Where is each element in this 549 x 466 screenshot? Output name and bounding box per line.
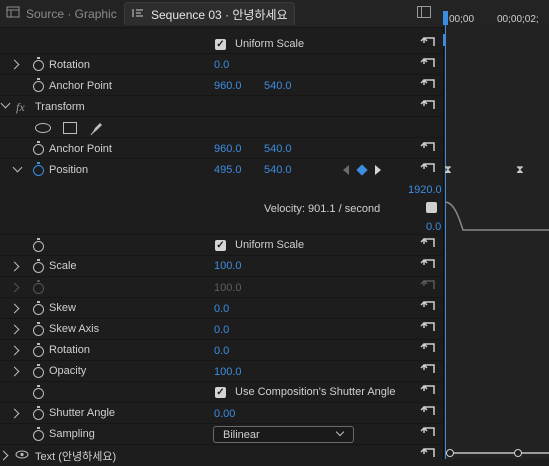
stopwatch-icon[interactable]: [33, 162, 44, 176]
shutter-comp-checkbox[interactable]: ✓: [215, 387, 226, 398]
velocity-readout: Velocity: 901.1 / second: [264, 203, 381, 215]
text-layer-label: Text (안녕하세요): [35, 451, 117, 463]
time-start: 00;00: [449, 14, 475, 25]
anchor-top-x[interactable]: 960.0: [214, 80, 242, 92]
scale-value[interactable]: 100.0: [214, 260, 242, 272]
skew-label: Skew: [49, 302, 76, 314]
text-layer-duration-bar[interactable]: [446, 452, 549, 454]
rectangle-mask-icon[interactable]: [63, 122, 77, 134]
uniform-scale-checkbox[interactable]: ✓: [215, 240, 226, 251]
position-x[interactable]: 495.0: [214, 164, 242, 176]
stopwatch-icon[interactable]: [33, 141, 44, 155]
skew-axis-label: Skew Axis: [49, 323, 100, 335]
next-keyframe-icon[interactable]: [375, 165, 381, 175]
uniform-scale-top-checkbox[interactable]: ✓: [215, 39, 226, 50]
rotation-value[interactable]: 0.0: [214, 345, 229, 357]
anchor-x[interactable]: 960.0: [214, 143, 242, 155]
stopwatch-icon[interactable]: [33, 343, 44, 357]
opacity-value[interactable]: 100.0: [214, 366, 242, 378]
tab-source-graphic[interactable]: Source · Graphic: [0, 2, 123, 25]
shutter-angle-value[interactable]: 0.00: [214, 408, 235, 420]
stopwatch-icon[interactable]: [33, 406, 44, 420]
stopwatch-icon[interactable]: [33, 322, 44, 336]
scale-label: Scale: [49, 260, 77, 272]
anchor-top-label: Anchor Point: [49, 80, 112, 92]
anchor-top-y[interactable]: 540.0: [264, 80, 292, 92]
transform-label: Transform: [35, 101, 85, 113]
rotation-top-label: Rotation: [49, 59, 90, 71]
shutter-comp-label: Use Composition's Shutter Angle: [235, 386, 396, 398]
stopwatch-icon[interactable]: [33, 238, 44, 252]
position-label: Position: [49, 164, 89, 176]
anchor-label: Anchor Point: [49, 143, 112, 155]
stopwatch-icon[interactable]: [33, 78, 44, 92]
shutter-angle-label: Shutter Angle: [49, 407, 116, 419]
reset-icons[interactable]: [420, 32, 440, 459]
stopwatch-icon[interactable]: [33, 385, 44, 399]
fx-icon[interactable]: fx: [16, 100, 25, 115]
skew-value[interactable]: 0.0: [214, 303, 229, 315]
reset-column: [420, 32, 440, 459]
stopwatch-icon: [33, 280, 44, 294]
clip-end-handle[interactable]: [514, 449, 522, 457]
stopwatch-icon[interactable]: [33, 364, 44, 378]
in-marker: [443, 34, 446, 46]
tab-sequence[interactable]: Sequence 03 · 안녕하세요: [124, 2, 295, 25]
panel-icon: [6, 6, 20, 21]
clip-start-handle[interactable]: [446, 449, 454, 457]
pen-tool-icon[interactable]: [89, 120, 105, 139]
uniform-scale-label: Uniform Scale: [235, 239, 305, 251]
keyframe-end-icon[interactable]: ⧗: [516, 165, 526, 176]
chevron-down-icon: [335, 427, 345, 437]
stopwatch-icon[interactable]: [33, 427, 44, 441]
velocity-curve: [445, 201, 549, 231]
time-ruler[interactable]: 00;00 00;00;02;: [443, 0, 549, 27]
tab-label: Sequence 03 · 안녕하세요: [151, 7, 288, 22]
eye-icon[interactable]: [15, 450, 29, 462]
anchor-y[interactable]: 540.0: [264, 143, 292, 155]
scale-width-value: 100.0: [214, 282, 242, 294]
stopwatch-icon[interactable]: [33, 301, 44, 315]
stopwatch-icon[interactable]: [33, 259, 44, 273]
sampling-label: Sampling: [49, 428, 95, 440]
prev-keyframe-icon[interactable]: [343, 165, 349, 175]
keyframe-start-icon[interactable]: ⧗: [444, 165, 454, 176]
skew-axis-value[interactable]: 0.0: [214, 324, 229, 336]
sampling-dropdown[interactable]: Bilinear: [213, 426, 354, 443]
rotation-label: Rotation: [49, 344, 90, 356]
sampling-value: Bilinear: [223, 429, 260, 441]
ellipse-mask-icon[interactable]: [35, 123, 51, 133]
rotation-top-value[interactable]: 0.0: [214, 59, 229, 71]
tab-label: Source · Graphic: [26, 6, 117, 21]
panel-layout-icon[interactable]: [417, 6, 431, 18]
time-end: 00;00;02;: [497, 14, 539, 25]
opacity-label: Opacity: [49, 365, 87, 377]
position-y[interactable]: 540.0: [264, 164, 292, 176]
sequence-icon: [131, 7, 145, 22]
uniform-scale-top-label: Uniform Scale: [235, 38, 305, 50]
stopwatch-icon[interactable]: [33, 57, 44, 71]
